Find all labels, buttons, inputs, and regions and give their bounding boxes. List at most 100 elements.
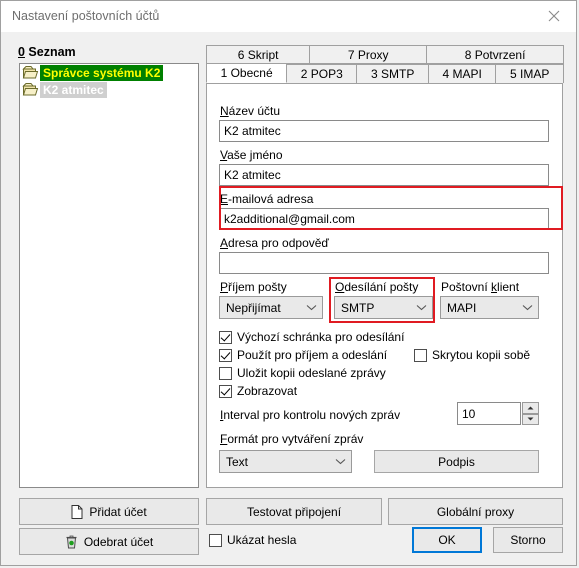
list-section-label: 0 Seznam — [18, 45, 76, 59]
add-account-button[interactable]: Přidat účet — [19, 498, 199, 525]
send-mail-combo[interactable]: SMTP — [334, 296, 433, 319]
message-format-label: Formát pro vytváření zpráv — [220, 432, 363, 446]
chevron-down-icon — [410, 304, 432, 311]
checkbox-save-sent-copy[interactable]: Uložit kopii odeslané zprávy — [219, 366, 386, 380]
checkbox-box — [219, 384, 232, 398]
remove-account-button[interactable]: Odebrat účet — [19, 528, 199, 555]
send-mail-accel: O — [335, 280, 345, 294]
document-icon — [71, 504, 83, 519]
tab-smtp[interactable]: 3 SMTP — [356, 64, 429, 83]
your-name-input[interactable] — [219, 164, 549, 186]
checkbox-label: Výchozí schránka pro odesílání — [237, 330, 405, 344]
account-name-label: Název účtu — [220, 104, 280, 118]
chevron-down-icon — [516, 304, 538, 311]
tab-pop3[interactable]: 2 POP3 — [286, 64, 358, 83]
email-accel: E — [220, 192, 229, 206]
checkbox-box — [219, 366, 232, 380]
stepper-up-icon[interactable] — [522, 402, 539, 414]
interval-stepper[interactable] — [457, 402, 539, 425]
your-name-label: Vaše jméno — [220, 148, 283, 162]
tab-row-top: 6 Skript 7 Proxy 8 Potvrzení — [206, 45, 565, 64]
checkbox-label: Použít pro příjem a odeslání — [237, 348, 388, 362]
tab-strip: 6 Skript 7 Proxy 8 Potvrzení 1 Obecné 2 … — [206, 45, 565, 83]
ok-button[interactable]: OK — [412, 527, 482, 553]
checkbox-box — [414, 348, 427, 362]
stepper-buttons — [522, 402, 539, 425]
mail-client-label-pre: Poštovní — [441, 280, 492, 294]
mail-client-value: MAPI — [447, 300, 477, 315]
window-title: Nastavení poštovních účtů — [12, 9, 160, 23]
reply-address-input[interactable] — [219, 252, 549, 274]
checkbox-default-outbox[interactable]: Výchozí schránka pro odesílání — [219, 330, 404, 344]
email-label-rest: -mailová adresa — [228, 192, 314, 206]
reply-address-accel: A — [220, 236, 229, 250]
interval-label: Interval pro kontrolu nových zpráv — [220, 408, 400, 422]
chevron-down-icon — [329, 458, 351, 465]
checkbox-label: Zobrazovat — [237, 384, 298, 398]
mail-client-label-rest: lient — [497, 280, 520, 294]
receive-mail-value: Nepřijímat — [226, 300, 281, 315]
list-item-label: K2 atmitec — [40, 81, 107, 98]
tab-potvrzeni[interactable]: 8 Potvrzení — [426, 45, 565, 64]
checkbox-use-for-send-receive[interactable]: Použít pro příjem a odeslání — [219, 348, 387, 362]
checkbox-box — [209, 533, 222, 547]
close-icon[interactable] — [531, 1, 576, 31]
folder-icon — [22, 65, 39, 80]
mail-client-label: Poštovní klient — [441, 280, 519, 294]
message-format-value: Text — [226, 454, 249, 469]
tab-proxy[interactable]: 7 Proxy — [309, 45, 428, 64]
message-format-combo[interactable]: Text — [219, 450, 352, 473]
trash-icon — [65, 535, 78, 549]
mail-accounts-dialog: Nastavení poštovních účtů 0 Seznam Správ… — [0, 0, 577, 566]
checkbox-bcc-self[interactable]: Skrytou kopii sobě — [414, 348, 530, 362]
your-name-label-rest: aše jméno — [227, 148, 283, 162]
mail-client-combo[interactable]: MAPI — [440, 296, 539, 319]
global-proxy-button[interactable]: Globální proxy — [388, 498, 563, 525]
test-connection-button[interactable]: Testovat připojení — [206, 498, 382, 525]
receive-mail-combo[interactable]: Nepřijímat — [219, 296, 323, 319]
email-label: E-mailová adresa — [220, 192, 313, 206]
signature-button[interactable]: Podpis — [374, 450, 539, 473]
checkbox-label: Uložit kopii odeslané zprávy — [237, 366, 386, 380]
account-name-accel: N — [220, 104, 229, 118]
accounts-listbox[interactable]: Správce systému K2 K2 atmitec — [19, 63, 199, 488]
tab-imap[interactable]: 5 IMAP — [495, 64, 564, 83]
stepper-down-icon[interactable] — [522, 413, 539, 425]
tab-mapi[interactable]: 4 MAPI — [427, 64, 497, 83]
list-label-rest: Seznam — [24, 45, 76, 59]
list-item-label: Správce systému K2 — [40, 64, 164, 81]
footer-separator — [1, 493, 576, 494]
tab-row-bottom: 1 Obecné 2 POP3 3 SMTP 4 MAPI 5 IMAP — [206, 63, 564, 83]
receive-mail-accel: P — [220, 280, 229, 294]
reply-address-label: Adresa pro odpověď — [220, 236, 329, 250]
tab-obecne[interactable]: 1 Obecné — [206, 63, 288, 83]
interval-label-rest: nterval pro kontrolu nových zpráv — [223, 408, 401, 422]
remove-account-label: Odebrat účet — [83, 534, 154, 549]
receive-mail-label-rest: říjem pošty — [228, 280, 287, 294]
folder-icon — [22, 82, 39, 97]
list-label-accel: 0 — [18, 45, 25, 59]
tab-page-obecne: Název účtu Vaše jméno E-mailová adresa A… — [206, 83, 563, 488]
checkbox-display[interactable]: Zobrazovat — [219, 384, 297, 398]
tab-skript[interactable]: 6 Skript — [206, 45, 311, 64]
receive-mail-label: Příjem pošty — [220, 280, 287, 294]
checkbox-label: Skrytou kopii sobě — [432, 348, 531, 362]
show-passwords-label: Ukázat hesla — [227, 533, 297, 547]
interval-input[interactable] — [457, 402, 521, 425]
send-mail-label: Odesílání pošty — [335, 280, 418, 294]
reply-address-label-rest: dresa pro odpověď — [228, 236, 329, 250]
checkbox-box — [219, 330, 232, 344]
title-bar: Nastavení poštovních účtů — [1, 1, 576, 33]
checkbox-box — [219, 348, 232, 362]
cancel-button[interactable]: Storno — [493, 527, 563, 553]
email-input[interactable] — [219, 208, 549, 230]
account-name-input[interactable] — [219, 120, 549, 142]
list-item[interactable]: K2 atmitec — [20, 81, 198, 98]
chevron-down-icon — [300, 304, 322, 311]
message-format-label-rest: ormát pro vytváření zpráv — [227, 432, 364, 446]
account-name-label-rest: ázev účtu — [228, 104, 281, 118]
send-mail-value: SMTP — [341, 300, 375, 315]
send-mail-label-rest: desílání pošty — [344, 280, 419, 294]
show-passwords-checkbox[interactable]: Ukázat hesla — [209, 533, 296, 547]
list-item[interactable]: Správce systému K2 — [20, 64, 198, 81]
